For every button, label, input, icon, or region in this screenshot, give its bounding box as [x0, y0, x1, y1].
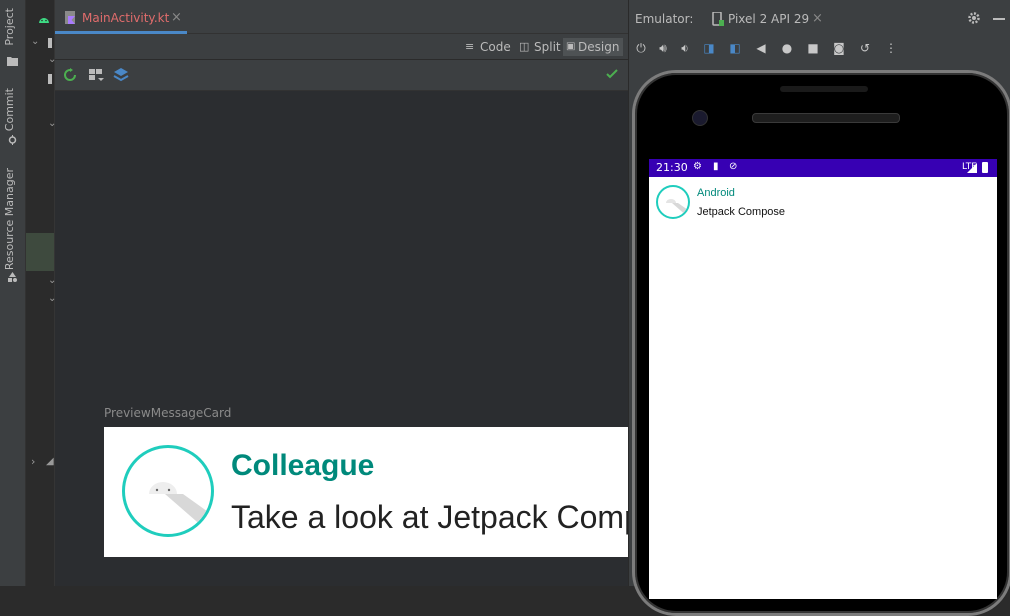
emulator-toolbar: ⏻ 🔊︎ 🔉︎ ◨ ◧ ◀ ● ■ ◙ ↺ ⋮: [629, 36, 1010, 62]
kotlin-file-icon: [65, 11, 75, 24]
snapshot-icon[interactable]: ↺: [857, 40, 873, 56]
settings-icon: ⚙: [693, 161, 702, 172]
volume-up-icon[interactable]: 🔊︎: [655, 40, 671, 56]
resource-manager-icon: [8, 272, 17, 282]
back-icon[interactable]: ◀: [753, 40, 769, 56]
mode-design-button[interactable]: ▣ Design: [563, 38, 624, 56]
signal-icon: [967, 163, 977, 173]
image-icon: ▣: [566, 41, 576, 52]
split-icon: ◫: [519, 40, 530, 53]
overview-icon[interactable]: ■: [805, 40, 821, 56]
tool-tab-label: Resource Manager: [3, 168, 16, 271]
volume-down-icon[interactable]: 🔉︎: [677, 40, 693, 56]
front-camera: [692, 110, 708, 126]
editor-tab-bar: MainActivity.kt ×: [55, 0, 628, 34]
design-toolbar: [55, 60, 628, 91]
tool-tab-project[interactable]: Project: [3, 8, 16, 46]
close-icon[interactable]: ×: [812, 11, 823, 26]
emulator-display-area: 21:30 ⚙ ▮ ⊘ LTE Android Jetpack Compose: [629, 62, 1010, 616]
tool-tab-commit[interactable]: Commit: [3, 88, 16, 131]
device-icon[interactable]: [88, 68, 104, 82]
avatar: [122, 445, 214, 537]
speaker-grille: [752, 113, 900, 123]
chevron-down-icon[interactable]: ⌄: [31, 36, 39, 47]
status-time: 21:30: [656, 161, 688, 174]
app-body-text: Jetpack Compose: [697, 206, 786, 218]
editor-panel: MainActivity.kt × ≡ Code ◫ Split ▣ Desig…: [55, 0, 628, 586]
tool-tab-label: Project: [3, 8, 16, 46]
card-body-text: Take a look at Jetpack Compose, it's gre…: [231, 499, 628, 535]
tool-tab-label: Commit: [3, 88, 16, 132]
close-icon[interactable]: ×: [171, 10, 182, 25]
android-avatar-icon: [149, 482, 211, 534]
rotate-left-icon[interactable]: ◨: [701, 40, 717, 56]
preview-name-label: PreviewMessageCard: [104, 406, 232, 420]
mode-split-button[interactable]: ◫ Split: [519, 38, 561, 56]
mode-label: Design: [578, 40, 620, 54]
emulator-title: Emulator:: [635, 12, 694, 26]
tool-tab-resource-manager[interactable]: Resource Manager: [3, 168, 16, 270]
selected-row-highlight: [26, 233, 54, 271]
android-avatar-icon: [666, 199, 688, 217]
tree-node-icon: ◢: [46, 456, 54, 467]
battery-icon: [982, 162, 988, 173]
power-icon[interactable]: ⏻: [633, 40, 649, 56]
preview-canvas[interactable]: PreviewMessageCard Colleague Take a look…: [55, 91, 628, 586]
gear-icon[interactable]: [967, 11, 981, 25]
earpiece: [780, 86, 868, 92]
emulator-device-tab[interactable]: Pixel 2 API 29 ×: [708, 0, 828, 36]
no-disturb-icon: ⊘: [729, 161, 738, 172]
app-author-text: Android: [697, 187, 735, 199]
commit-icon: [8, 135, 17, 145]
refresh-icon[interactable]: [63, 68, 77, 82]
tree-marker: [48, 38, 52, 48]
view-mode-bar: ≡ Code ◫ Split ▣ Design: [55, 34, 628, 59]
check-icon: [606, 69, 618, 79]
tool-window-strip: Project Commit Resource Manager: [0, 0, 26, 586]
mode-label: Code: [480, 40, 511, 54]
editor-tab-mainactivity[interactable]: MainActivity.kt ×: [55, 0, 187, 34]
avatar: [656, 185, 690, 219]
folder-icon: [7, 57, 18, 66]
editor-tab-label: MainActivity.kt: [82, 11, 170, 25]
minimize-icon[interactable]: [993, 18, 1005, 20]
screenshot-icon[interactable]: ◙: [831, 40, 847, 56]
emulator-header: Emulator: Pixel 2 API 29 ×: [629, 0, 1010, 36]
tree-marker: [48, 74, 52, 84]
project-gutter: ⌄ ⌄ ⌄ ⌄ ⌄ › ◢: [26, 0, 56, 586]
chevron-right-icon[interactable]: ›: [31, 455, 35, 468]
phone-icon: [712, 12, 724, 26]
android-status-bar: 21:30 ⚙ ▮ ⊘ LTE: [649, 159, 997, 177]
preview-message-card[interactable]: Colleague Take a look at Jetpack Compose…: [104, 427, 628, 557]
mode-label: Split: [534, 40, 561, 54]
code-lines-icon: ≡: [465, 40, 475, 53]
home-icon[interactable]: ●: [779, 40, 795, 56]
device-screen[interactable]: 21:30 ⚙ ▮ ⊘ LTE Android Jetpack Compose: [649, 159, 997, 599]
sd-card-icon: ▮: [713, 161, 719, 172]
emulator-device-label: Pixel 2 API 29: [728, 12, 810, 26]
card-author-text: Colleague: [231, 449, 375, 482]
more-icon[interactable]: ⋮: [883, 40, 899, 56]
emulator-panel: Emulator: Pixel 2 API 29 × ⏻ 🔊︎ 🔉︎ ◨ ◧ ◀…: [628, 0, 1010, 616]
device-frame: 21:30 ⚙ ▮ ⊘ LTE Android Jetpack Compose: [632, 70, 1010, 616]
layers-icon[interactable]: [113, 67, 129, 83]
android-icon: [39, 18, 49, 23]
rotate-right-icon[interactable]: ◧: [727, 40, 743, 56]
mode-code-button[interactable]: ≡ Code: [465, 38, 511, 56]
